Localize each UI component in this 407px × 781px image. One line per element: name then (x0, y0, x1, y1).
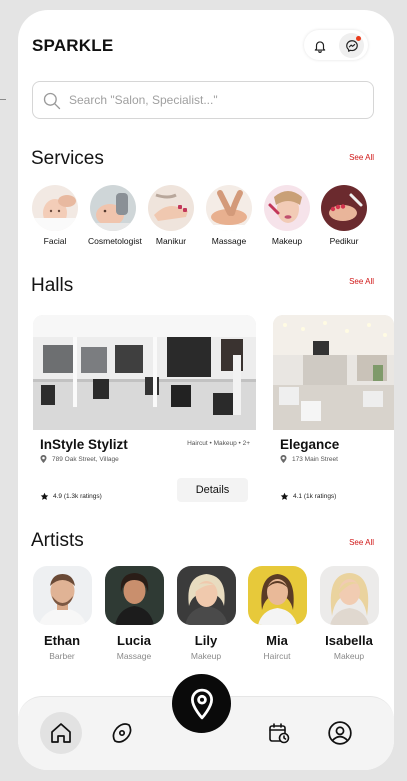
services-see-all-link[interactable]: See All (349, 153, 374, 162)
artist-role: Makeup (333, 651, 365, 661)
stray-line (0, 99, 6, 100)
hall-rating: 4.9 (1.3k ratings) (40, 492, 102, 501)
hall-card-elegance[interactable]: Elegance 173 Main Street 4.1 (1k ratings… (273, 315, 394, 502)
star-icon (280, 492, 289, 500)
halls-title: Halls (31, 275, 74, 296)
hall-address-text: 789 Oak Street, Village (52, 455, 119, 463)
facial-photo (32, 185, 78, 231)
compass-icon (112, 723, 132, 743)
artist-role: Makeup (190, 651, 222, 661)
hall-address: 789 Oak Street, Village (40, 455, 119, 463)
app-header: SPARKLE (18, 10, 394, 80)
service-label: Massage (211, 236, 247, 246)
artist-role: Haircut (263, 651, 291, 661)
service-makeup[interactable]: Makeup (262, 185, 312, 246)
hall-photo (273, 315, 394, 430)
service-pedicure[interactable]: Pedikur (319, 185, 369, 246)
services-title: Services (31, 148, 104, 169)
artist-name: Lily (194, 633, 218, 648)
artist-ethan[interactable]: Ethan Barber (30, 566, 94, 661)
nav-profile-button[interactable] (319, 712, 361, 754)
pedicure-photo (321, 185, 367, 231)
service-label: Facial (43, 236, 67, 246)
search-icon (43, 92, 61, 110)
service-label: Cosmetologist (88, 236, 142, 246)
service-label: Manikur (155, 236, 187, 246)
artist-name: Isabella (325, 633, 373, 648)
artist-mia[interactable]: Mia Haircut (245, 566, 309, 661)
artist-photo (104, 566, 164, 625)
artist-name: Mia (266, 633, 288, 648)
massage-photo (206, 185, 252, 231)
hall-rating-text: 4.1 (1k ratings) (293, 493, 337, 500)
hall-tags: Haircut • Makeup • 2+ (187, 440, 250, 447)
hall-name: Elegance (280, 437, 340, 452)
nav-calendar-button[interactable] (258, 712, 300, 754)
star-icon (40, 492, 49, 500)
calendar-clock-icon (269, 723, 290, 744)
hall-rating-text: 4.9 (1.3k ratings) (53, 493, 102, 500)
details-button[interactable]: Details (177, 478, 248, 502)
hall-name: InStyle Stylizt (40, 437, 128, 452)
hall-address: 173 Main Street (280, 455, 338, 463)
artist-photo (176, 566, 236, 625)
user-icon (328, 721, 352, 745)
service-massage[interactable]: Massage (204, 185, 254, 246)
hall-rating: 4.1 (1k ratings) (280, 492, 336, 501)
artist-lucia[interactable]: Lucia Massage (102, 566, 166, 661)
hall-card-instyle[interactable]: InStyle Stylizt Haircut • Makeup • 2+ 78… (33, 315, 256, 502)
halls-see-all-link[interactable]: See All (349, 277, 374, 286)
artists-title: Artists (31, 530, 84, 551)
manicure-photo (148, 185, 194, 231)
notifications-button[interactable] (307, 33, 332, 58)
bell-icon (314, 40, 325, 53)
artist-isabella[interactable]: Isabella Makeup (317, 566, 381, 661)
home-icon (51, 723, 71, 743)
artist-name: Ethan (43, 633, 81, 648)
cosmetologist-photo (90, 185, 136, 231)
messenger-button[interactable] (339, 33, 364, 58)
service-label: Makeup (271, 236, 303, 246)
brand-logo: SPARKLE (32, 36, 114, 55)
service-manicure[interactable]: Manikur (146, 185, 196, 246)
artist-name: Lucia (117, 633, 151, 648)
search-input[interactable] (69, 82, 365, 118)
artist-photo (319, 566, 379, 625)
map-location-button[interactable] (172, 674, 231, 733)
artist-role: Barber (49, 651, 75, 661)
artist-role: Massage (116, 651, 152, 661)
nav-explore-button[interactable] (101, 712, 143, 754)
service-facial[interactable]: Facial (30, 185, 80, 246)
hall-photo (33, 315, 256, 430)
artists-see-all-link[interactable]: See All (349, 538, 374, 547)
makeup-photo (264, 185, 310, 231)
artist-photo (32, 566, 92, 625)
nav-home-button[interactable] (40, 712, 82, 754)
service-cosmetologist[interactable]: Cosmetologist (88, 185, 142, 246)
service-label: Pedikur (329, 236, 359, 246)
artist-lily[interactable]: Lily Makeup (174, 566, 238, 661)
location-pin-icon (280, 455, 287, 463)
search-bar[interactable] (32, 81, 374, 119)
header-actions (304, 30, 368, 60)
artist-photo (247, 566, 307, 625)
phone-screen: SPARKLE Services See All (18, 10, 394, 770)
location-pin-icon (40, 455, 47, 463)
notification-dot (356, 36, 361, 41)
hall-address-text: 173 Main Street (292, 455, 338, 463)
map-pin-icon (190, 688, 213, 719)
